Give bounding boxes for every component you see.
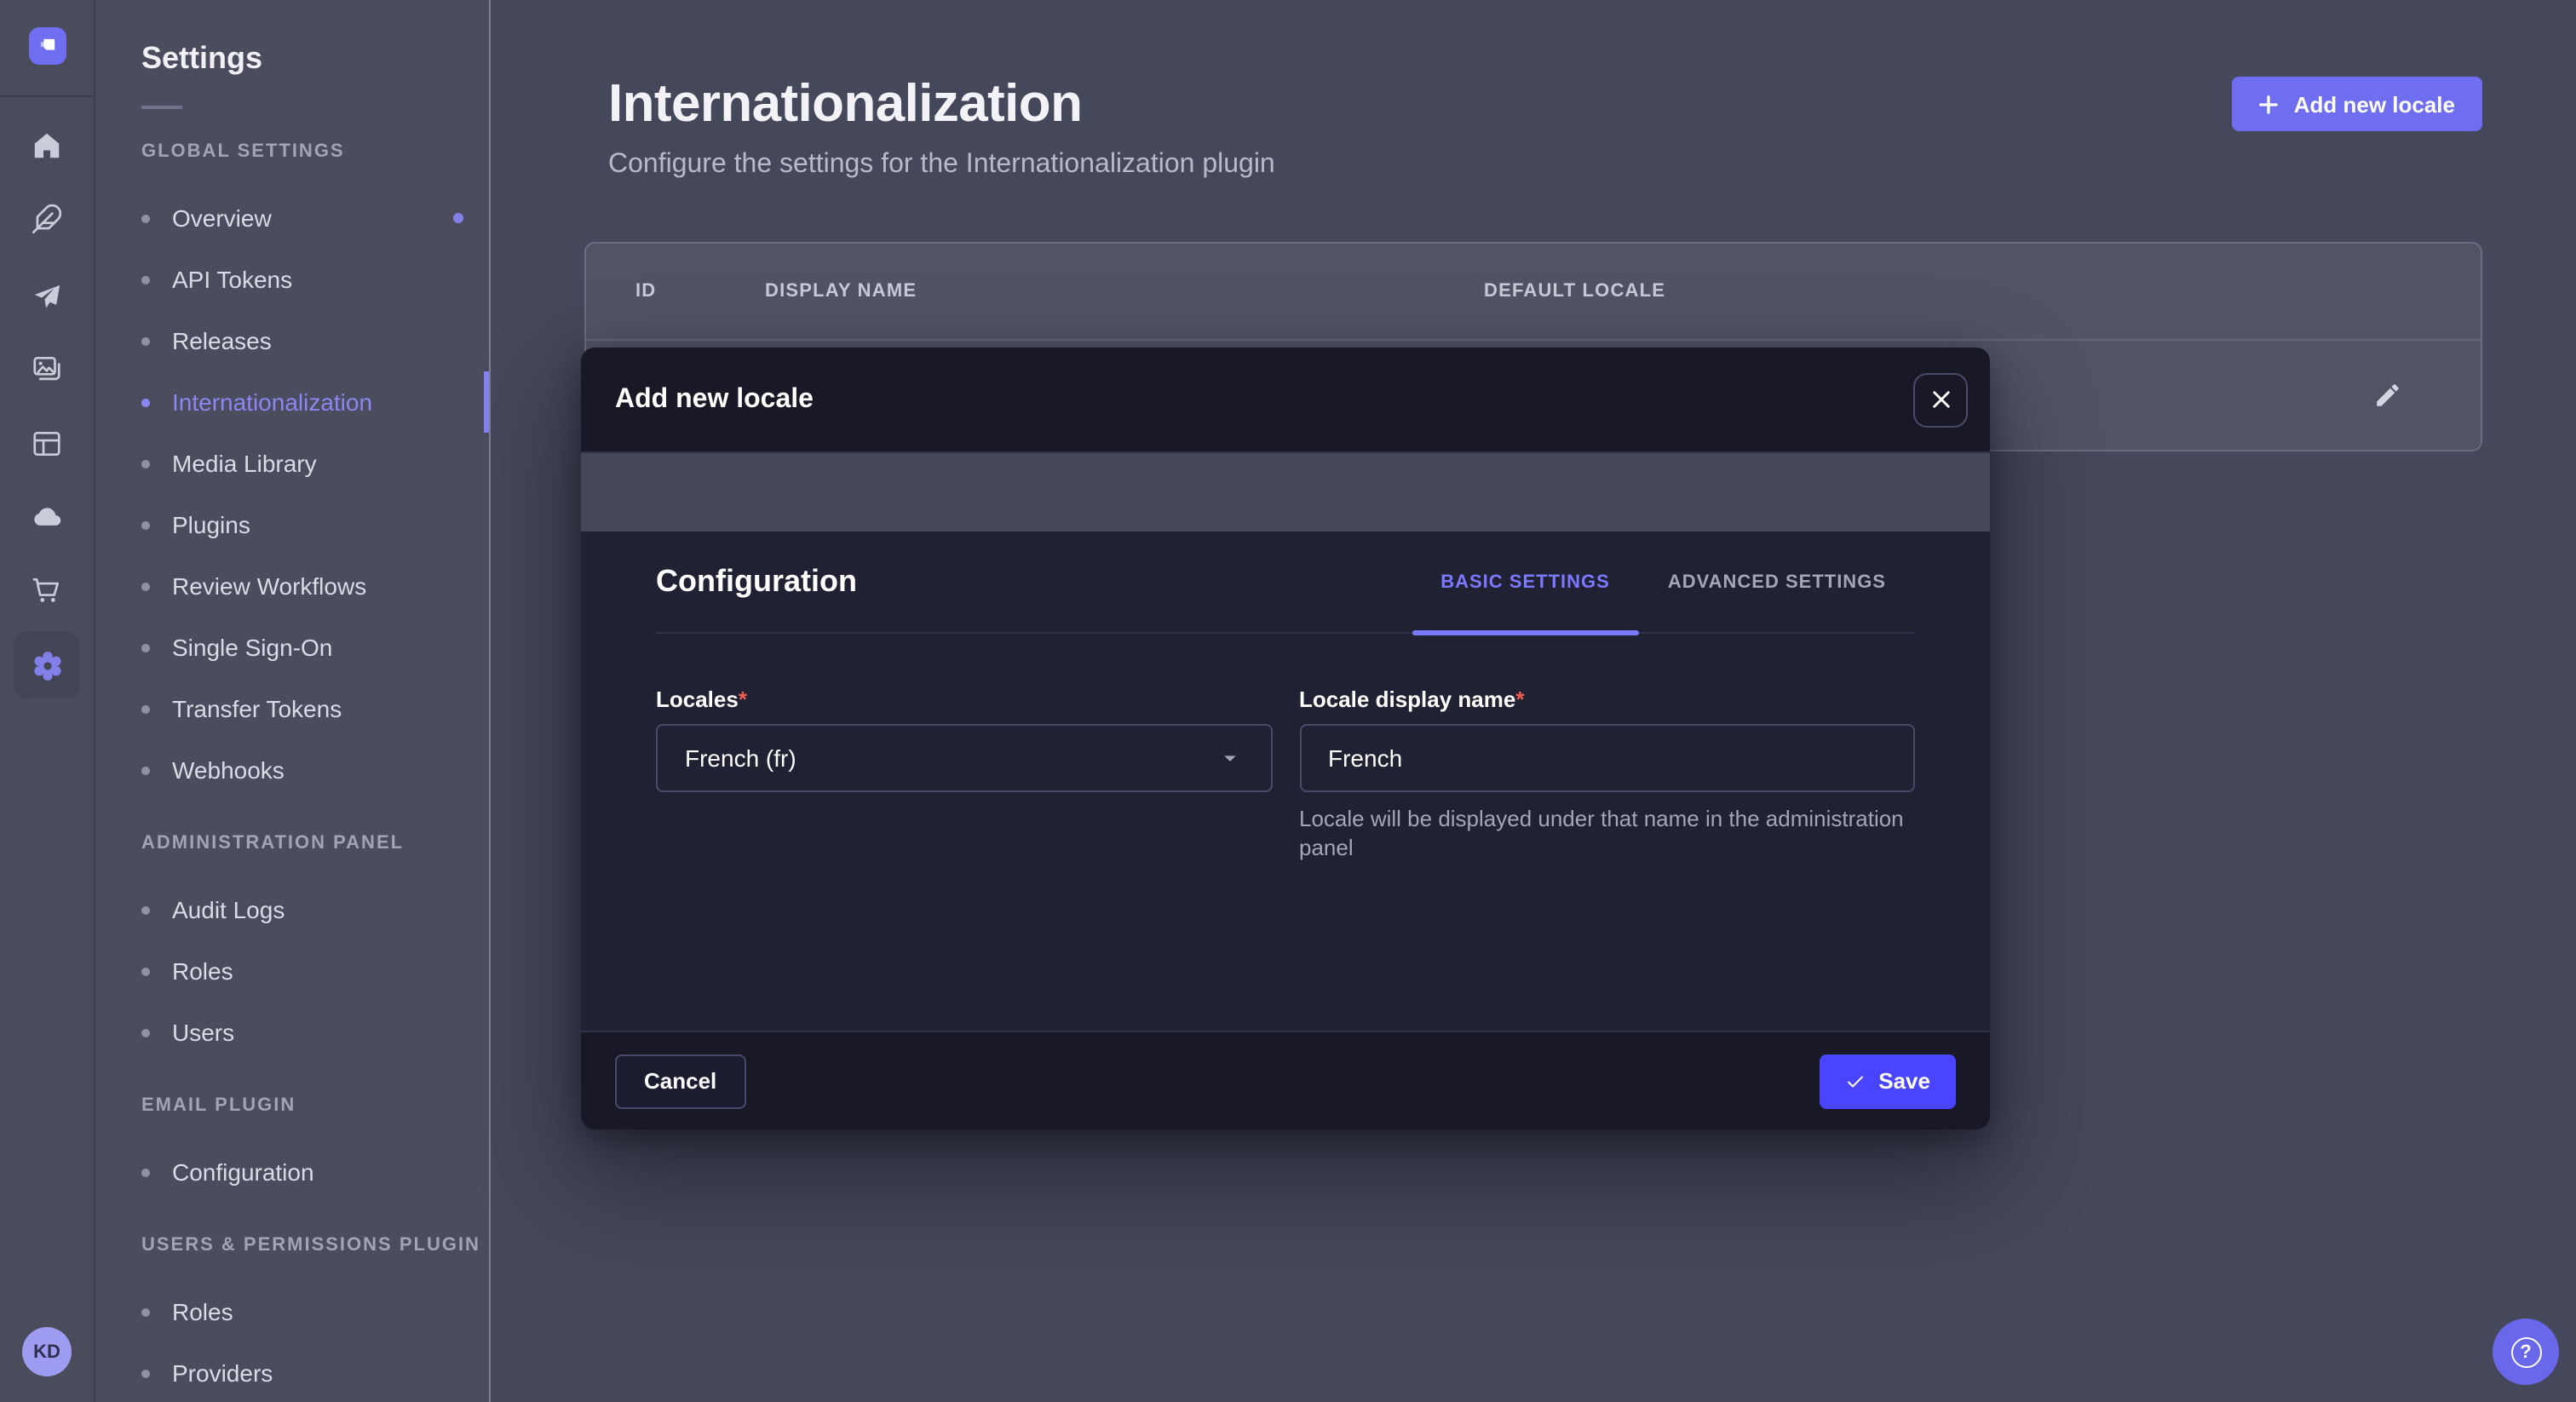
sidebar-item-up-roles[interactable]: Roles <box>141 1281 489 1342</box>
cancel-button[interactable]: Cancel <box>615 1054 745 1108</box>
locales-field: Locales* French (fr) <box>656 685 1272 862</box>
configuration-header-row: Configuration BASIC SETTINGS ADVANCED SE… <box>656 531 1915 634</box>
sidebar-item-email-configuration[interactable]: Configuration <box>141 1141 489 1203</box>
bullet-icon <box>141 398 150 406</box>
nav-marketplace-cart-icon[interactable] <box>0 566 94 613</box>
section-email-plugin: EMAIL PLUGIN <box>141 1095 489 1116</box>
sidebar-item-users[interactable]: Users <box>141 1002 489 1063</box>
bullet-icon <box>141 1307 150 1316</box>
close-modal-button[interactable] <box>1913 372 1968 427</box>
help-button[interactable]: ? <box>2493 1319 2559 1385</box>
add-new-locale-button[interactable]: Add new locale <box>2233 77 2482 131</box>
sidebar-item-single-sign-on[interactable]: Single Sign-On <box>141 617 489 678</box>
x-close-icon <box>1931 390 1950 409</box>
bullet-icon <box>141 520 150 529</box>
modal-header: Add new locale <box>581 348 1990 453</box>
settings-sidebar: Settings GLOBAL SETTINGS Overview API To… <box>95 0 491 1402</box>
column-display-name: DISPLAY NAME <box>765 281 1484 302</box>
sidebar-item-review-workflows[interactable]: Review Workflows <box>141 555 489 617</box>
display-name-hint: Locale will be displayed under that name… <box>1299 804 1915 862</box>
column-default-locale: DEFAULT LOCALE <box>1484 281 2481 302</box>
settings-gear-icon <box>28 646 66 684</box>
bullet-icon <box>141 967 150 975</box>
sidebar-item-plugins[interactable]: Plugins <box>141 494 489 555</box>
bullet-icon <box>141 275 150 284</box>
locales-selected-value: French (fr) <box>685 744 796 772</box>
page-title: Internationalization <box>608 73 2482 135</box>
sidebar-title-rule <box>141 106 182 109</box>
configuration-title: Configuration <box>656 564 857 600</box>
bullet-icon <box>141 459 150 468</box>
page-subtitle: Configure the settings for the Internati… <box>608 150 2482 181</box>
bullet-icon <box>141 1168 150 1176</box>
nav-content-manager-layout-icon[interactable] <box>0 419 94 467</box>
table-header-row: ID DISPLAY NAME DEFAULT LOCALE <box>586 244 2481 341</box>
check-icon <box>1844 1071 1865 1091</box>
edit-locale-button[interactable] <box>2373 381 2402 410</box>
locales-select[interactable]: French (fr) <box>656 724 1272 792</box>
bullet-icon <box>141 643 150 652</box>
modal-fields: Locales* French (fr) Locale display name… <box>656 685 1915 862</box>
bullet-icon <box>141 336 150 345</box>
modal-footer: Cancel Save <box>581 1031 1990 1129</box>
strapi-logo-icon <box>36 34 60 58</box>
sidebar-item-admin-roles[interactable]: Roles <box>141 940 489 1002</box>
bullet-icon <box>141 582 150 590</box>
section-global-settings: GLOBAL SETTINGS <box>141 141 489 162</box>
section-users-permissions-plugin: USERS & PERMISSIONS PLUGIN <box>141 1235 489 1255</box>
display-name-label: Locale display name* <box>1299 687 1524 712</box>
section-administration-panel: ADMINISTRATION PANEL <box>141 833 489 853</box>
display-name-field: Locale display name* Locale will be disp… <box>1299 685 1915 862</box>
sidebar-title: Settings <box>141 41 489 77</box>
save-button[interactable]: Save <box>1819 1054 1956 1108</box>
required-asterisk: * <box>739 687 747 712</box>
locales-label: Locales* <box>656 687 747 712</box>
sidebar-item-api-tokens[interactable]: API Tokens <box>141 249 489 310</box>
settings-tabs: BASIC SETTINGS ADVANCED SETTINGS <box>1412 531 1915 632</box>
user-avatar[interactable]: KD <box>22 1327 72 1376</box>
bullet-icon <box>141 1028 150 1037</box>
icon-rail: KD <box>0 0 95 1402</box>
bullet-icon <box>141 766 150 774</box>
nav-media-library-images-icon[interactable] <box>0 344 94 392</box>
display-name-input[interactable] <box>1299 724 1915 792</box>
nav-content-builder-feather-icon[interactable] <box>0 194 94 242</box>
rail-divider <box>0 95 95 97</box>
sidebar-item-providers[interactable]: Providers <box>141 1342 489 1402</box>
chevron-down-icon <box>1216 744 1243 772</box>
add-new-locale-label: Add new locale <box>2294 91 2455 117</box>
add-locale-modal: Add new locale Configuration BASIC SETTI… <box>581 348 1990 1129</box>
sidebar-item-releases[interactable]: Releases <box>141 310 489 371</box>
modal-body: Configuration BASIC SETTINGS ADVANCED SE… <box>581 531 1990 1031</box>
sidebar-item-internationalization[interactable]: Internationalization <box>141 371 489 433</box>
sidebar-item-transfer-tokens[interactable]: Transfer Tokens <box>141 678 489 739</box>
pencil-edit-icon <box>2373 381 2402 410</box>
app-window: KD Settings GLOBAL SETTINGS Overview API… <box>0 0 2576 1402</box>
question-mark-icon: ? <box>2510 1336 2541 1367</box>
modal-title: Add new locale <box>615 384 814 415</box>
tab-basic-settings[interactable]: BASIC SETTINGS <box>1412 531 1639 632</box>
nav-cloud-icon[interactable] <box>0 492 94 540</box>
column-id: ID <box>635 281 765 302</box>
bullet-icon <box>141 905 150 914</box>
strapi-logo[interactable] <box>29 27 66 65</box>
bullet-icon <box>141 214 150 222</box>
bullet-icon <box>141 1369 150 1377</box>
notification-dot-icon <box>453 213 463 223</box>
nav-deploy-send-icon[interactable] <box>0 273 94 320</box>
sidebar-item-webhooks[interactable]: Webhooks <box>141 739 489 801</box>
required-asterisk: * <box>1515 687 1524 712</box>
nav-settings-gear-active[interactable] <box>14 632 80 698</box>
tab-advanced-settings[interactable]: ADVANCED SETTINGS <box>1639 531 1915 632</box>
bullet-icon <box>141 704 150 713</box>
plus-icon <box>2260 95 2279 113</box>
save-label: Save <box>1878 1068 1930 1094</box>
sidebar-item-media-library[interactable]: Media Library <box>141 433 489 494</box>
sidebar-item-audit-logs[interactable]: Audit Logs <box>141 879 489 940</box>
nav-home-icon[interactable] <box>0 121 94 169</box>
sidebar-item-overview[interactable]: Overview <box>141 187 489 249</box>
